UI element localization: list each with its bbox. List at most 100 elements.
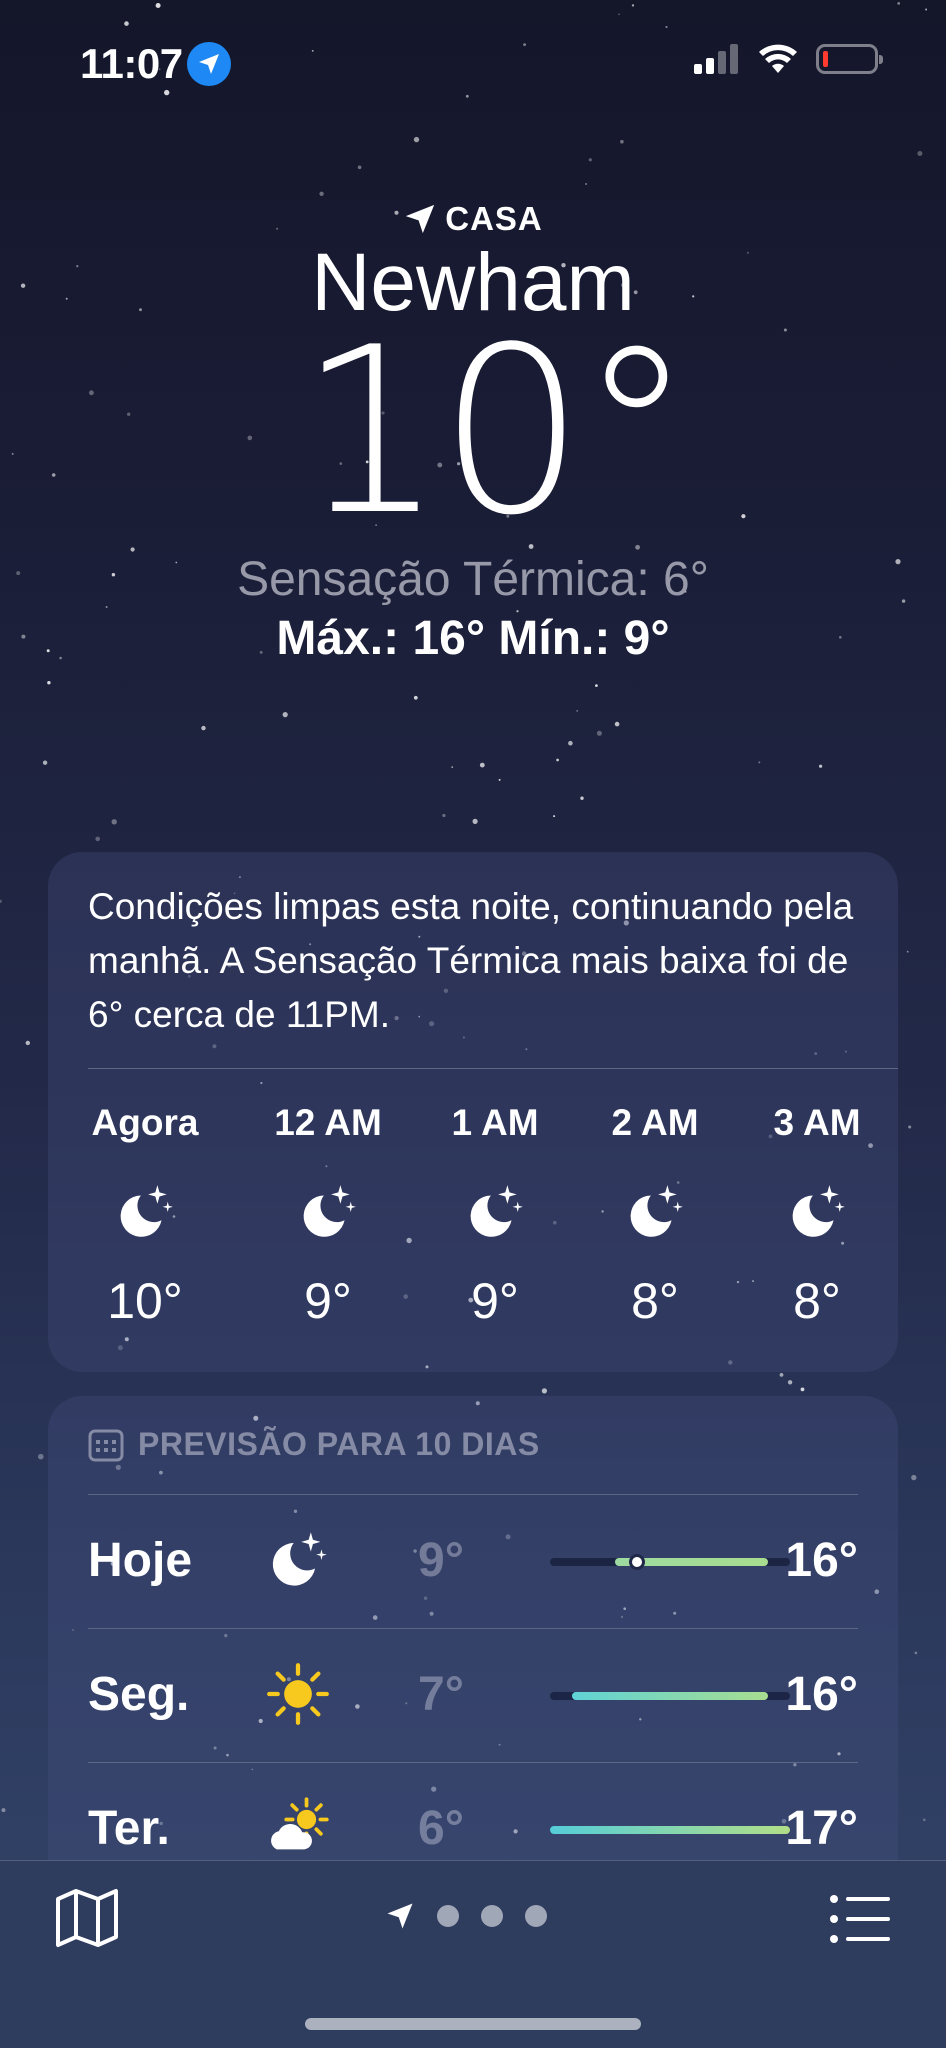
star <box>282 712 288 718</box>
status-time: 11:07 <box>80 40 183 87</box>
hourly-temp: 8° <box>631 1273 679 1329</box>
star <box>553 815 556 818</box>
current-temperature: 10° <box>298 299 694 567</box>
bottom-toolbar <box>0 1860 946 2048</box>
hourly-time: Agora <box>91 1102 199 1143</box>
current-location-page-icon[interactable] <box>385 1901 415 1931</box>
location-label-text: CASA <box>445 200 543 237</box>
status-bar: 11:07 <box>0 36 946 96</box>
star <box>665 25 668 29</box>
star <box>580 796 584 800</box>
star <box>618 13 620 16</box>
divider <box>88 1068 898 1069</box>
moon-stars-icon <box>303 1185 356 1237</box>
moon-stars-icon <box>272 1532 327 1586</box>
page-indicator[interactable] <box>385 1901 547 1931</box>
map-icon[interactable] <box>54 1885 120 1951</box>
star <box>451 766 454 768</box>
hourly-time: 12 AM <box>274 1102 382 1143</box>
hourly-temp: 9° <box>471 1273 519 1329</box>
moon-stars-icon <box>792 1185 845 1237</box>
page-dot[interactable] <box>525 1905 547 1927</box>
star <box>442 813 446 818</box>
hourly-temp: 10° <box>107 1273 183 1329</box>
home-indicator[interactable] <box>305 2018 641 2030</box>
star <box>576 709 579 712</box>
hourly-temp: 9° <box>304 1273 352 1329</box>
star <box>925 8 928 11</box>
star <box>357 165 362 170</box>
star <box>819 764 823 768</box>
calendar-icon <box>88 1429 124 1461</box>
star <box>413 136 420 143</box>
star <box>908 1125 912 1129</box>
forecast-row[interactable]: Seg. 7° 16° <box>88 1628 858 1762</box>
star <box>95 836 100 842</box>
ten-day-forecast-card[interactable]: PREVISÃO PARA 10 DIAS Hoje 9° 16° Seg. 7° 16°… <box>48 1396 898 1896</box>
wifi-icon <box>759 44 797 73</box>
star <box>498 778 501 781</box>
forecast-day: Ter. <box>88 1802 170 1855</box>
forecast-header: PREVISÃO PARA 10 DIAS <box>88 1426 540 1463</box>
star <box>556 758 559 762</box>
star <box>914 1651 918 1655</box>
star <box>0 899 2 903</box>
location-arrow-icon <box>406 204 435 234</box>
moon-stars-icon <box>630 1185 683 1237</box>
location-services-icon <box>187 42 231 86</box>
page-dot[interactable] <box>437 1905 459 1927</box>
forecast-high: 16° <box>785 1668 858 1721</box>
hourly-time: 3 AM <box>773 1102 861 1143</box>
forecast-header-text: PREVISÃO PARA 10 DIAS <box>138 1426 540 1462</box>
hourly-strip[interactable]: Agora 10° 12 AM 9° 1 AM 9° 2 AM 8° 3 AM 8° <box>48 1102 898 1352</box>
star <box>568 740 573 746</box>
star <box>472 818 478 825</box>
forecast-row[interactable]: Hoje 9° 16° <box>88 1494 858 1628</box>
temperature-range-track <box>550 1692 790 1700</box>
star <box>38 1453 44 1460</box>
forecast-high: 17° <box>785 1802 858 1855</box>
current-weather: CASA Newham 10° Sensação Térmica: 6° Máx… <box>0 200 946 666</box>
star <box>631 4 635 7</box>
forecast-high: 16° <box>785 1534 858 1587</box>
hourly-time: 2 AM <box>611 1102 699 1143</box>
hourly-item: 3 AM 8° <box>727 1102 907 1330</box>
location-label: CASA <box>0 200 946 238</box>
temperature-range-track <box>550 1826 790 1834</box>
list-icon[interactable] <box>828 1889 892 1949</box>
star <box>779 1373 784 1377</box>
feels-like: Sensação Térmica: 6° <box>237 553 709 607</box>
star <box>596 730 602 736</box>
hourly-forecast-card[interactable]: Condições limpas esta noite, continuando… <box>48 852 898 1372</box>
page-dot[interactable] <box>481 1905 503 1927</box>
star <box>479 762 485 768</box>
moon-stars-icon <box>120 1185 173 1237</box>
star <box>25 1040 30 1046</box>
hourly-item: 2 AM 8° <box>565 1102 745 1330</box>
star <box>124 21 129 26</box>
high-low: Máx.: 16° Mín.: 9° <box>276 612 670 666</box>
star <box>585 183 588 185</box>
temperature-range-bar <box>571 1692 769 1700</box>
moon-stars-icon <box>470 1185 523 1237</box>
temperature-range-track <box>550 1554 790 1570</box>
star <box>620 139 624 144</box>
star <box>906 950 909 953</box>
star <box>917 151 923 156</box>
star <box>614 721 620 727</box>
hourly-item: Agora 10° <box>55 1102 235 1330</box>
star <box>42 760 48 765</box>
star <box>897 2 901 5</box>
hourly-temp: 8° <box>793 1273 841 1329</box>
battery-icon <box>816 44 883 74</box>
forecast-day: Seg. <box>88 1668 190 1721</box>
current-temperature-marker <box>629 1554 646 1570</box>
forecast-low: 6° <box>418 1802 464 1855</box>
forecast-low: 9° <box>418 1534 464 1587</box>
hourly-time: 1 AM <box>451 1102 539 1143</box>
star <box>413 695 418 700</box>
star <box>595 684 598 687</box>
star <box>588 158 592 162</box>
hourly-item: 1 AM 9° <box>405 1102 585 1330</box>
hourly-item: 12 AM 9° <box>238 1102 418 1330</box>
